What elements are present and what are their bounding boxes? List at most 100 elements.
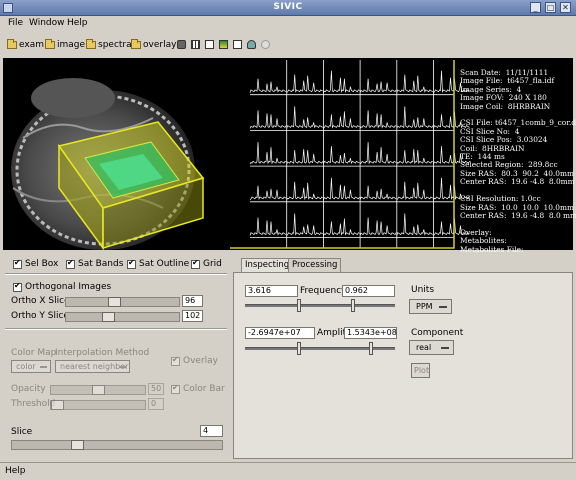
interpolation-select[interactable]: nearest neighbor	[55, 360, 130, 373]
sat-bands-checkbox[interactable]: Sat Bands	[66, 258, 124, 269]
slider-thumb[interactable]	[71, 440, 85, 450]
component-select[interactable]: real	[409, 340, 454, 355]
color-bar-checkbox[interactable]: Color Bar	[171, 383, 225, 394]
frequency-max-field[interactable]: 0.962	[342, 285, 395, 297]
ortho-x-slider[interactable]	[65, 297, 180, 307]
toolbar: exam image spectra overlay	[0, 36, 576, 54]
opacity-slider[interactable]	[50, 385, 146, 395]
frequency-range-slider[interactable]	[245, 299, 395, 312]
color-map-value: color	[16, 362, 36, 371]
color-map-select[interactable]: color	[11, 360, 51, 373]
dropdown-icon	[439, 306, 447, 308]
amplitude-min-thumb[interactable]	[297, 342, 301, 355]
overlay-label: Overlay	[183, 356, 218, 366]
plot-button[interactable]: Plot	[411, 363, 430, 378]
check-icon	[66, 258, 75, 269]
tab-processing[interactable]: Processing	[288, 258, 342, 272]
amplitude-max-field[interactable]: 1.5343e+08	[344, 327, 397, 339]
component-label: Component	[411, 328, 464, 338]
orthogonal-images-label: Orthogonal Images	[25, 282, 112, 292]
title-bar: SIVIC _ □ ✕	[0, 0, 576, 16]
overlay-button[interactable]: overlay	[131, 38, 176, 51]
status-text: Help	[5, 466, 26, 476]
menu-window[interactable]: Window	[29, 18, 65, 28]
threshold-slider[interactable]	[50, 400, 146, 410]
color-map-icon[interactable]	[219, 40, 228, 49]
sat-bands-label: Sat Bands	[78, 259, 124, 269]
amplitude-min-field[interactable]: -2.6947e+07	[245, 327, 315, 339]
inspecting-pane: 3.616 Frequency 0.962 -2.6947e+07 Amplit…	[233, 272, 573, 459]
right-control-panel: Inspecting Processing 3.616 Frequency 0.…	[233, 254, 573, 459]
window-title: SIVIC	[273, 2, 303, 12]
units-value: PPM	[416, 302, 433, 311]
check-icon	[191, 258, 200, 269]
spectrum-icon[interactable]	[205, 40, 214, 49]
spectra-label: spectra	[98, 39, 132, 50]
exam-button[interactable]: exam	[7, 38, 44, 51]
overlay-label: overlay	[143, 39, 177, 50]
slice-field[interactable]: 4	[200, 425, 223, 437]
check-icon	[13, 258, 22, 269]
dropdown-icon	[441, 347, 449, 349]
threshold-field[interactable]: 0	[148, 398, 164, 410]
circle-arrows-icon[interactable]	[261, 40, 270, 49]
interpolation-label: Interpolation Method	[55, 348, 150, 358]
camera-icon[interactable]	[177, 40, 186, 49]
image-button[interactable]: image	[45, 38, 85, 51]
ortho-y-slider[interactable]	[65, 312, 180, 322]
opacity-field[interactable]: 50	[148, 383, 164, 395]
frequency-min-thumb[interactable]	[297, 299, 301, 312]
check-icon	[171, 383, 180, 394]
ortho-x-label: Ortho X Slice	[11, 296, 70, 306]
units-label: Units	[411, 285, 435, 295]
color-map-label: Color Map	[11, 348, 57, 358]
divider	[5, 328, 227, 330]
menu-bar: File Window Help	[0, 16, 576, 31]
check-icon	[127, 258, 136, 269]
orthogonal-images-checkbox[interactable]: Orthogonal Images	[13, 281, 112, 292]
tab-inspecting[interactable]: Inspecting	[241, 258, 294, 273]
sel-box-checkbox[interactable]: Sel Box	[13, 258, 58, 269]
scan-info: Scan Date: 11/11/1111 Image File: t6457_…	[460, 68, 576, 254]
dropdown-icon	[119, 366, 126, 368]
slider-thumb[interactable]	[51, 400, 64, 410]
overlay-checkbox[interactable]: Overlay	[171, 355, 218, 366]
status-bar: Help	[0, 462, 576, 480]
opacity-label: Opacity	[11, 384, 46, 394]
amplitude-max-thumb[interactable]	[369, 342, 373, 355]
close-button[interactable]: ✕	[560, 2, 571, 13]
grid-icon[interactable]	[191, 40, 200, 49]
slice-label: Slice	[11, 427, 33, 437]
frequency-min-field[interactable]: 3.616	[245, 285, 298, 297]
amplitude-range-slider[interactable]	[245, 342, 395, 355]
threshold-label: Threshold	[11, 399, 56, 409]
folder-icon	[131, 38, 141, 49]
slider-thumb[interactable]	[108, 297, 121, 307]
maximize-button[interactable]: □	[545, 2, 556, 13]
sat-outline-checkbox[interactable]: Sat Outline	[127, 258, 190, 269]
menu-file[interactable]: File	[8, 18, 23, 28]
ortho-y-field[interactable]: 102	[182, 310, 203, 322]
slider-thumb[interactable]	[91, 385, 105, 395]
spectra-grid[interactable]	[230, 60, 470, 249]
spectra-button[interactable]: spectra	[86, 38, 132, 51]
document-icon[interactable]	[233, 40, 242, 49]
check-icon	[13, 281, 22, 292]
frequency-label: Frequency	[300, 286, 347, 296]
grid-label: Grid	[203, 259, 222, 269]
sat-outline-label: Sat Outline	[139, 259, 190, 269]
slice-slider[interactable]	[11, 440, 223, 450]
minimize-button[interactable]: _	[530, 2, 541, 13]
frequency-max-thumb[interactable]	[351, 299, 355, 312]
slider-thumb[interactable]	[102, 312, 115, 322]
folder-icon	[86, 38, 96, 49]
image-viewer[interactable]: Scan Date: 11/11/1111 Image File: t6457_…	[3, 58, 576, 253]
menu-help[interactable]: Help	[67, 18, 88, 28]
grid-checkbox[interactable]: Grid	[191, 258, 222, 269]
flask-icon[interactable]	[247, 40, 256, 49]
dropdown-icon	[40, 366, 47, 368]
check-icon	[171, 355, 180, 366]
units-select[interactable]: PPM	[409, 299, 452, 314]
color-bar-label: Color Bar	[183, 384, 225, 394]
ortho-x-field[interactable]: 96	[182, 295, 203, 307]
